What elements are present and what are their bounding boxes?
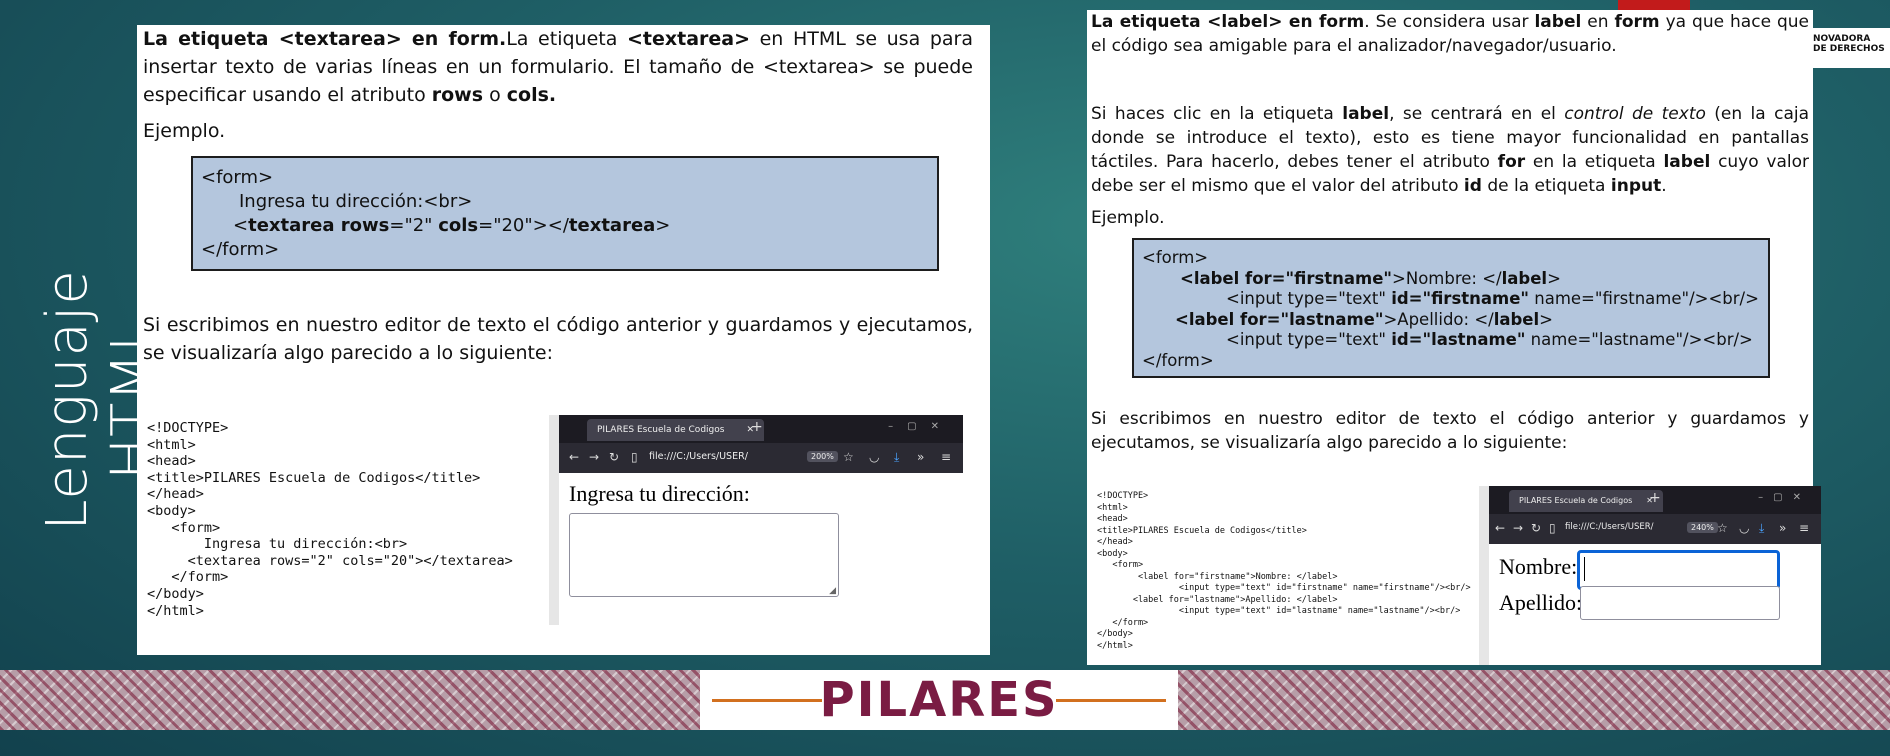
reload-icon[interactable]: ↻: [609, 450, 619, 464]
badge-line-1: NOVADORA: [1813, 34, 1871, 44]
nombre-label: Nombre:: [1499, 554, 1578, 579]
new-tab-icon[interactable]: +: [1649, 490, 1661, 506]
textarea-explanation-panel: La etiqueta <textarea> en form.La etique…: [137, 25, 990, 655]
textarea-intro-paragraph: La etiqueta <textarea> en form.La etique…: [143, 25, 973, 109]
code-line: <form>: [201, 167, 274, 188]
browser-nav-bar: ← → ↻ ▯ file:///C:/Users/USER/ 240% ☆ ◡ …: [1489, 514, 1821, 544]
more-tools-icon[interactable]: »: [917, 450, 924, 464]
example-label: Ejemplo.: [143, 120, 226, 142]
bookmark-star-icon[interactable]: ☆: [843, 450, 854, 464]
more-tools-icon[interactable]: »: [1779, 521, 1786, 535]
label-code-example: <form> <label for="firstname">Nombre: </…: [1132, 238, 1770, 378]
pilares-logo: PILARES: [700, 670, 1178, 730]
code-line: <label for="firstname">Nombre: </label>: [1180, 268, 1561, 288]
zoom-level[interactable]: 200%: [807, 451, 838, 462]
label-intro-paragraph: La etiqueta <label> en form. Se consider…: [1091, 12, 1810, 56]
browser-nav-bar: ← → ↻ ▯ file:///C:/Users/USER/ 200% ☆ ◡ …: [559, 443, 963, 473]
menu-icon[interactable]: ≡: [941, 450, 951, 464]
new-tab-icon[interactable]: +: [751, 419, 763, 435]
window-controls[interactable]: –▢✕: [1758, 492, 1811, 503]
code-line: </form>: [1142, 350, 1214, 370]
code-line: <input type="text" id="lastname" name="l…: [1226, 330, 1753, 349]
page-icon: ▯: [631, 450, 638, 464]
attr-rows: rows: [431, 84, 484, 106]
label-explanation-panel: La etiqueta <label> en form. Se consider…: [1087, 10, 1821, 665]
text-cursor: [1584, 557, 1585, 581]
attr-or: o: [483, 84, 507, 106]
pocket-icon[interactable]: ◡: [869, 450, 879, 464]
firstname-input[interactable]: [1577, 550, 1780, 590]
label-browser-preview: PILARES Escuela de Codigos ✕ + –▢✕ ← → ↻ …: [1479, 486, 1821, 665]
forward-icon[interactable]: →: [1513, 521, 1523, 535]
intro-text: La etiqueta: [506, 28, 627, 50]
back-icon[interactable]: ←: [1495, 521, 1505, 535]
label-heading: La etiqueta <label> en form: [1091, 12, 1365, 32]
address-textarea[interactable]: ◢: [569, 513, 839, 597]
code-line: <form>: [1142, 248, 1209, 267]
code-line: </form>: [201, 239, 280, 260]
institution-badge: NOVADORA DE DERECHOS: [1813, 28, 1890, 68]
browser-tab[interactable]: PILARES Escuela de Codigos ✕: [1509, 490, 1663, 512]
download-icon[interactable]: ⤓: [894, 450, 899, 465]
textarea-heading: La etiqueta <textarea> en form.: [143, 28, 507, 50]
code-line: Ingresa tu dirección:<br>: [239, 191, 473, 212]
textarea-outro-paragraph: Si escribimos en nuestro editor de texto…: [143, 314, 973, 364]
textarea-source-code: <!DOCTYPE> <html> <head> <title>PILARES …: [147, 420, 513, 619]
label-outro-paragraph: Si escribimos en nuestro editor de texto…: [1091, 409, 1809, 453]
browser-tab-bar: PILARES Escuela de Codigos ✕ + –▢✕: [1489, 486, 1821, 514]
textarea-code-example: <form> Ingresa tu dirección:<br> <textar…: [191, 156, 939, 271]
reload-icon[interactable]: ↻: [1531, 521, 1541, 535]
label-usage-paragraph: Si haces clic en la etiqueta label, se c…: [1091, 104, 1810, 196]
browser-tab[interactable]: PILARES Escuela de Codigos ✕: [587, 419, 764, 441]
code-line: <input type="text" id="firstname" name="…: [1226, 289, 1759, 308]
label-source-code: <!DOCTYPE> <html> <head> <title>PILARES …: [1097, 491, 1471, 651]
download-icon[interactable]: ⤓: [1759, 521, 1764, 536]
zoom-level[interactable]: 240%: [1687, 522, 1718, 533]
menu-icon[interactable]: ≡: [1799, 521, 1809, 535]
code-line: <textarea rows="2" cols="20"></textarea>: [233, 215, 671, 236]
forward-icon[interactable]: →: [589, 450, 599, 464]
apellido-label: Apellido:: [1499, 590, 1583, 615]
slide-title: Lenguaje HTML: [35, 160, 165, 560]
textarea-browser-preview: PILARES Escuela de Codigos ✕ + –▢✕ ← → ↻ …: [549, 415, 963, 625]
attr-cols: cols.: [506, 84, 557, 106]
pocket-icon[interactable]: ◡: [1739, 521, 1749, 535]
lastname-input[interactable]: [1580, 586, 1780, 620]
logo-text: PILARES: [819, 672, 1059, 728]
back-icon[interactable]: ←: [569, 450, 579, 464]
intro-tag: <textarea>: [626, 28, 751, 50]
address-bar[interactable]: file:///C:/Users/USER/: [649, 451, 748, 462]
address-label: Ingresa tu dirección:: [569, 481, 750, 506]
badge-line-2: DE DERECHOS: [1813, 44, 1885, 54]
example-label: Ejemplo.: [1091, 208, 1165, 228]
resize-handle-icon[interactable]: ◢: [829, 585, 836, 596]
browser-tab-bar: PILARES Escuela de Codigos ✕ + –▢✕: [559, 415, 963, 443]
code-line: <label for="lastname">Apellido: </label>: [1175, 309, 1553, 329]
page-icon: ▯: [1549, 521, 1556, 535]
bookmark-star-icon[interactable]: ☆: [1717, 521, 1728, 535]
window-controls[interactable]: –▢✕: [888, 421, 953, 432]
address-bar[interactable]: file:///C:/Users/USER/: [1565, 522, 1654, 532]
